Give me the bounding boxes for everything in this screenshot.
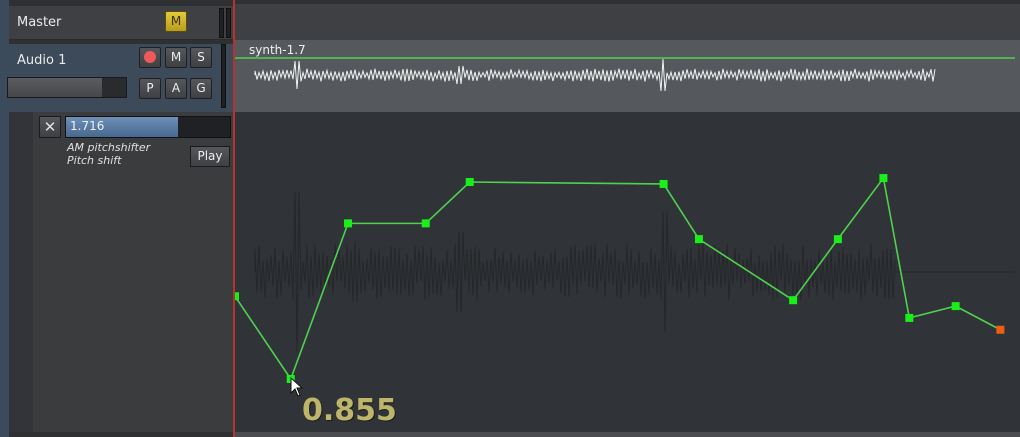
automation-point[interactable] bbox=[879, 174, 888, 183]
automation-point[interactable] bbox=[344, 219, 353, 228]
automation-mode-button[interactable]: Play bbox=[190, 146, 230, 167]
automation-point[interactable] bbox=[905, 313, 914, 322]
automation-point[interactable] bbox=[951, 302, 960, 311]
close-icon: ✕ bbox=[43, 118, 57, 136]
automation-parameter-name: AM pitchshifter Pitch shift bbox=[67, 141, 150, 167]
group-button[interactable]: G bbox=[190, 78, 212, 99]
parameter-value-text: 1.716 bbox=[70, 119, 105, 133]
automation-point[interactable] bbox=[659, 179, 668, 188]
automation-point[interactable] bbox=[421, 219, 430, 228]
record-arm-button[interactable] bbox=[139, 47, 161, 68]
playhead[interactable] bbox=[233, 0, 235, 437]
automation-point[interactable] bbox=[694, 235, 703, 244]
automation-button[interactable]: A bbox=[165, 78, 187, 99]
automation-point[interactable] bbox=[833, 235, 842, 244]
automation-curve-layer[interactable] bbox=[235, 0, 1020, 437]
automation-indent bbox=[9, 112, 33, 432]
master-meter bbox=[219, 8, 224, 38]
mouse-pointer-icon bbox=[290, 377, 304, 397]
playlist-button[interactable]: P bbox=[139, 78, 161, 99]
plugin-name: AM pitchshifter bbox=[67, 141, 151, 154]
audio1-solo-button[interactable]: S bbox=[190, 47, 212, 68]
master-meter-right bbox=[226, 8, 231, 38]
master-mute-button[interactable]: M bbox=[165, 11, 187, 32]
gain-fader[interactable] bbox=[7, 77, 127, 98]
automation-point[interactable] bbox=[789, 296, 798, 305]
record-icon bbox=[144, 51, 156, 63]
hide-automation-button[interactable]: ✕ bbox=[39, 116, 61, 138]
editor-canvas[interactable]: synth-1.7 bbox=[235, 0, 1020, 437]
track-header-rail bbox=[0, 0, 9, 437]
gain-fader-knob[interactable] bbox=[102, 78, 126, 97]
master-track-name: Master bbox=[17, 15, 62, 30]
automation-point[interactable] bbox=[235, 292, 239, 301]
audio1-meter bbox=[221, 44, 226, 108]
track-headers: Master M Audio 1 M S P A G ✕ 1.716 AM pi… bbox=[0, 0, 235, 437]
audio1-track-name: Audio 1 bbox=[17, 53, 67, 68]
automation-line[interactable] bbox=[235, 176, 1001, 381]
parameter-name: Pitch shift bbox=[67, 154, 122, 167]
automation-lane-header: ✕ 1.716 AM pitchshifter Pitch shift Play bbox=[33, 112, 233, 432]
parameter-value-slider[interactable]: 1.716 bbox=[65, 116, 231, 138]
automation-point[interactable] bbox=[465, 178, 474, 186]
automation-value-readout: 0.855 bbox=[302, 393, 397, 428]
automation-point-selected[interactable] bbox=[996, 325, 1005, 334]
audio1-mute-button[interactable]: M bbox=[165, 47, 187, 68]
master-track-header[interactable]: Master M bbox=[9, 6, 233, 40]
